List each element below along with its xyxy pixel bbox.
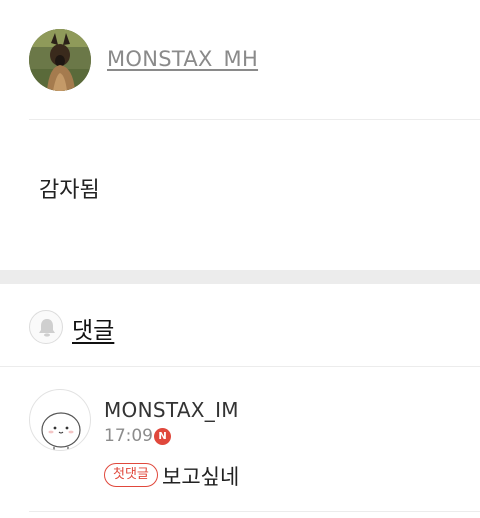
comment-author[interactable]: MONSTAX_IM <box>104 398 239 422</box>
comments-title-link[interactable]: 댓글 <box>72 311 114 345</box>
new-badge: N <box>154 428 171 445</box>
bottom-divider <box>29 511 480 512</box>
post-body-text: 감자됨 <box>39 178 100 203</box>
commenter-avatar[interactable] <box>29 389 91 451</box>
bell-glyph <box>39 319 55 337</box>
post-header: MONSTAX_MH <box>0 0 480 120</box>
comment-time: 17:09 <box>104 426 153 446</box>
bell-icon[interactable] <box>29 310 63 344</box>
header-divider <box>29 119 480 120</box>
default-avatar-icon <box>41 412 81 450</box>
dog-photo <box>29 29 91 91</box>
first-comment-tag: 첫댓글 <box>104 463 158 487</box>
section-divider <box>0 270 480 284</box>
comment-text: 보고싶네 <box>162 465 240 489</box>
author-avatar[interactable] <box>29 29 91 91</box>
author-name-link[interactable]: MONSTAX_MH <box>107 47 258 71</box>
